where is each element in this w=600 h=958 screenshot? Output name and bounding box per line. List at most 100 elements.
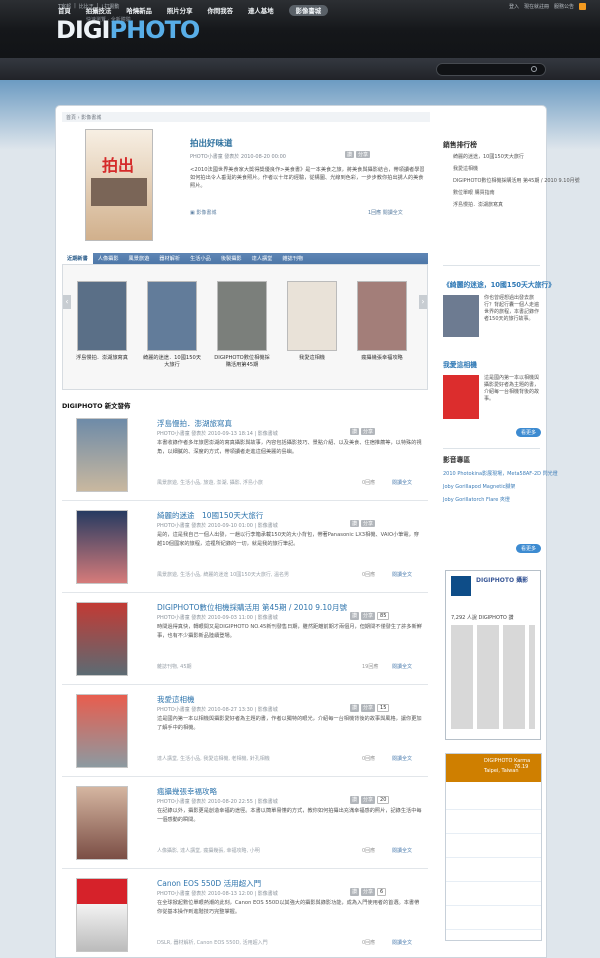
post-title[interactable]: DIGIPHOTO數位相機採購活用 第45期 / 2010 9.10月號: [157, 602, 347, 613]
tab-magazine[interactable]: 雜誌刊物: [277, 253, 308, 264]
comment-count[interactable]: 0回應: [362, 847, 375, 854]
nav-techniques[interactable]: 拍攝技法: [86, 6, 112, 16]
ranking-item[interactable]: 我愛這相機: [453, 163, 580, 175]
search-input[interactable]: [436, 63, 546, 76]
ranking-item[interactable]: 浮島慢拍．澎湖旅寫真: [453, 199, 580, 211]
post-card: 瘋攝幾張幸福攻略 PHOTO小書童 發表於 2010-08-20 22:55 | …: [62, 779, 428, 869]
read-more-link[interactable]: 閱讀全文: [392, 847, 412, 854]
site-logo[interactable]: DIGIPHOTO: [56, 16, 200, 44]
post-tags[interactable]: DSLR, 器材解析, Canon EOS 550D, 活用超入門: [157, 939, 268, 946]
tab-post[interactable]: 後製攝影: [216, 253, 247, 264]
read-more-link[interactable]: 閱讀全文: [392, 571, 412, 578]
post-tags[interactable]: 風景旅遊, 生活小品, 旅遊, 澎湖, 攝影, 浮島小旅: [157, 479, 263, 486]
nav-home[interactable]: 首頁: [58, 6, 71, 16]
book-caption[interactable]: 我愛這相機: [283, 355, 341, 362]
facebook-fans[interactable]: [451, 625, 535, 729]
post-thumbnail[interactable]: [76, 602, 128, 676]
feature-title[interactable]: 拍出好味道: [190, 137, 233, 149]
post-card: 浮島慢拍．澎湖旅寫真 PHOTO小書童 發表於 2010-09-13 18:14 …: [62, 411, 428, 501]
post-thumbnail[interactable]: [76, 878, 128, 952]
ranking-item[interactable]: 數位單眼 購買指南: [453, 187, 580, 199]
comment-count[interactable]: 0回應: [362, 939, 375, 946]
share-buttons[interactable]: 讚分享: [350, 428, 376, 435]
book-cover[interactable]: [287, 281, 337, 351]
carousel-next-button[interactable]: ›: [419, 295, 427, 309]
tab-life[interactable]: 生活小品: [185, 253, 216, 264]
news-item[interactable]: Joby Gorillatorch Flare 夾燈: [443, 494, 558, 507]
post-title[interactable]: 綺麗的迷途 10國150天大旅行: [157, 510, 263, 521]
tab-gear[interactable]: 器材解析: [154, 253, 185, 264]
feature-cover[interactable]: 拍出: [85, 129, 153, 241]
post-title[interactable]: 我愛這相機: [157, 694, 195, 705]
home-icon: 首頁: [66, 115, 77, 121]
nav-qa[interactable]: 你問我答: [207, 6, 233, 16]
read-more-link[interactable]: 閱讀全文: [392, 755, 412, 762]
more-button[interactable]: 看更多: [515, 544, 541, 553]
book-cover[interactable]: [77, 281, 127, 351]
tab-new-books[interactable]: 近期新書: [62, 253, 93, 264]
share-buttons[interactable]: 讚分享 15: [350, 704, 390, 712]
tab-expert[interactable]: 達人講堂: [247, 253, 278, 264]
plurk-feed[interactable]: [446, 786, 541, 936]
post-tags[interactable]: 雜誌刊物, 45期: [157, 663, 192, 670]
facebook-avatar[interactable]: [451, 576, 471, 596]
nav-bookstore[interactable]: 影像書城: [288, 5, 329, 16]
book-caption[interactable]: DIGIPHOTO數位相機採購活用第45期: [213, 355, 271, 369]
register-link[interactable]: 現在就註冊: [524, 3, 549, 10]
comment-count[interactable]: 0回應: [362, 571, 375, 578]
comment-count[interactable]: 0回應: [362, 755, 375, 762]
camera-thumb[interactable]: [443, 375, 479, 419]
news-item[interactable]: Joby Gorillapod Magnetic腳架: [443, 481, 558, 494]
news-item[interactable]: 2010 Photokina影展現場，Meta58AF-2D 閃光燈: [443, 468, 558, 481]
comment-count[interactable]: 0回應: [362, 479, 375, 486]
ranking-item[interactable]: 綺麗的迷途，10國150天大旅行: [453, 151, 580, 163]
read-more-link[interactable]: 閱讀全文: [392, 479, 412, 486]
post-thumbnail[interactable]: [76, 786, 128, 860]
ranking-item[interactable]: DIGIPHOTO數位相機採購活用 第45期 / 2010 9.10月號: [453, 175, 580, 187]
carousel-prev-button[interactable]: ‹: [63, 295, 71, 309]
post-thumbnail[interactable]: [76, 510, 128, 584]
nav-experts[interactable]: 達人基地: [248, 6, 274, 16]
featured-thumb[interactable]: [443, 295, 479, 337]
post-tags[interactable]: 人像攝影, 達人講堂, 瘋攝幾張, 幸福攻略, 小明: [157, 847, 260, 854]
search-icon[interactable]: [531, 66, 537, 72]
plurk-title[interactable]: DIGIPHOTO: [484, 758, 512, 764]
post-tags[interactable]: 達人講堂, 生活小品, 我愛這相機, 老相機, 針孔相機: [157, 755, 270, 762]
feature-share[interactable]: 讚分享: [345, 151, 371, 158]
facebook-widget: DIGIPHOTO 攝影 7,292 人說 DIGIPHOTO 讚: [445, 570, 541, 740]
feature-meta: PHOTO小書童 發表於 2010-08-20 00:00: [190, 154, 286, 160]
post-meta: PHOTO小書童 發表於 2010-08-20 22:55 | 影像書城: [157, 799, 278, 805]
read-more-link[interactable]: 閱讀全文: [392, 663, 412, 670]
book-caption[interactable]: 浮島慢拍．澎湖旅寫真: [73, 355, 131, 362]
share-buttons[interactable]: 讚分享 20: [350, 796, 390, 804]
book-caption[interactable]: 瘋攝幾張幸福攻略: [353, 355, 411, 362]
share-buttons[interactable]: 讚分享 85: [350, 612, 390, 620]
post-card: DIGIPHOTO數位相機採購活用 第45期 / 2010 9.10月號 PHOT…: [62, 595, 428, 685]
tab-portrait[interactable]: 人像攝影: [93, 253, 124, 264]
post-title[interactable]: Canon EOS 550D 活用超入門: [157, 878, 261, 889]
featured-book-title[interactable]: 《綺麗的迷途，10國150天大旅行》: [443, 279, 555, 289]
book-cover[interactable]: [357, 281, 407, 351]
post-title[interactable]: 瘋攝幾張幸福攻略: [157, 786, 217, 797]
post-title[interactable]: 浮島慢拍．澎湖旅寫真: [157, 418, 232, 429]
book-caption[interactable]: 綺麗的迷途．10國150天大旅行: [143, 355, 201, 369]
post-thumbnail[interactable]: [76, 694, 128, 768]
nav-photo-share[interactable]: 照片分享: [167, 6, 193, 16]
post-tags[interactable]: 風景旅遊, 生活小品, 綺麗的迷途 10國150天大旅行, 溫名男: [157, 571, 289, 578]
comment-count[interactable]: 19回應: [362, 663, 378, 670]
camera-book-title[interactable]: 我愛這相機: [443, 359, 477, 369]
share-buttons[interactable]: 讚分享 6: [350, 888, 387, 896]
login-link[interactable]: 登入: [509, 3, 519, 10]
share-buttons[interactable]: 讚分享: [350, 520, 376, 527]
facebook-title[interactable]: DIGIPHOTO 攝影: [476, 575, 528, 584]
nav-new-products[interactable]: 哈燒新品: [126, 6, 152, 16]
tab-travel[interactable]: 風景旅遊: [124, 253, 155, 264]
more-button[interactable]: 看更多: [515, 428, 541, 437]
book-cover[interactable]: [217, 281, 267, 351]
rss-icon[interactable]: [579, 3, 586, 10]
service-link[interactable]: 服務公告: [554, 3, 574, 10]
read-more-link[interactable]: 閱讀全文: [392, 939, 412, 946]
book-cover[interactable]: [147, 281, 197, 351]
post-thumbnail[interactable]: [76, 418, 128, 492]
plurk-widget: DIGIPHOTO Taipei, Taiwan Karma 76.19: [445, 753, 542, 941]
